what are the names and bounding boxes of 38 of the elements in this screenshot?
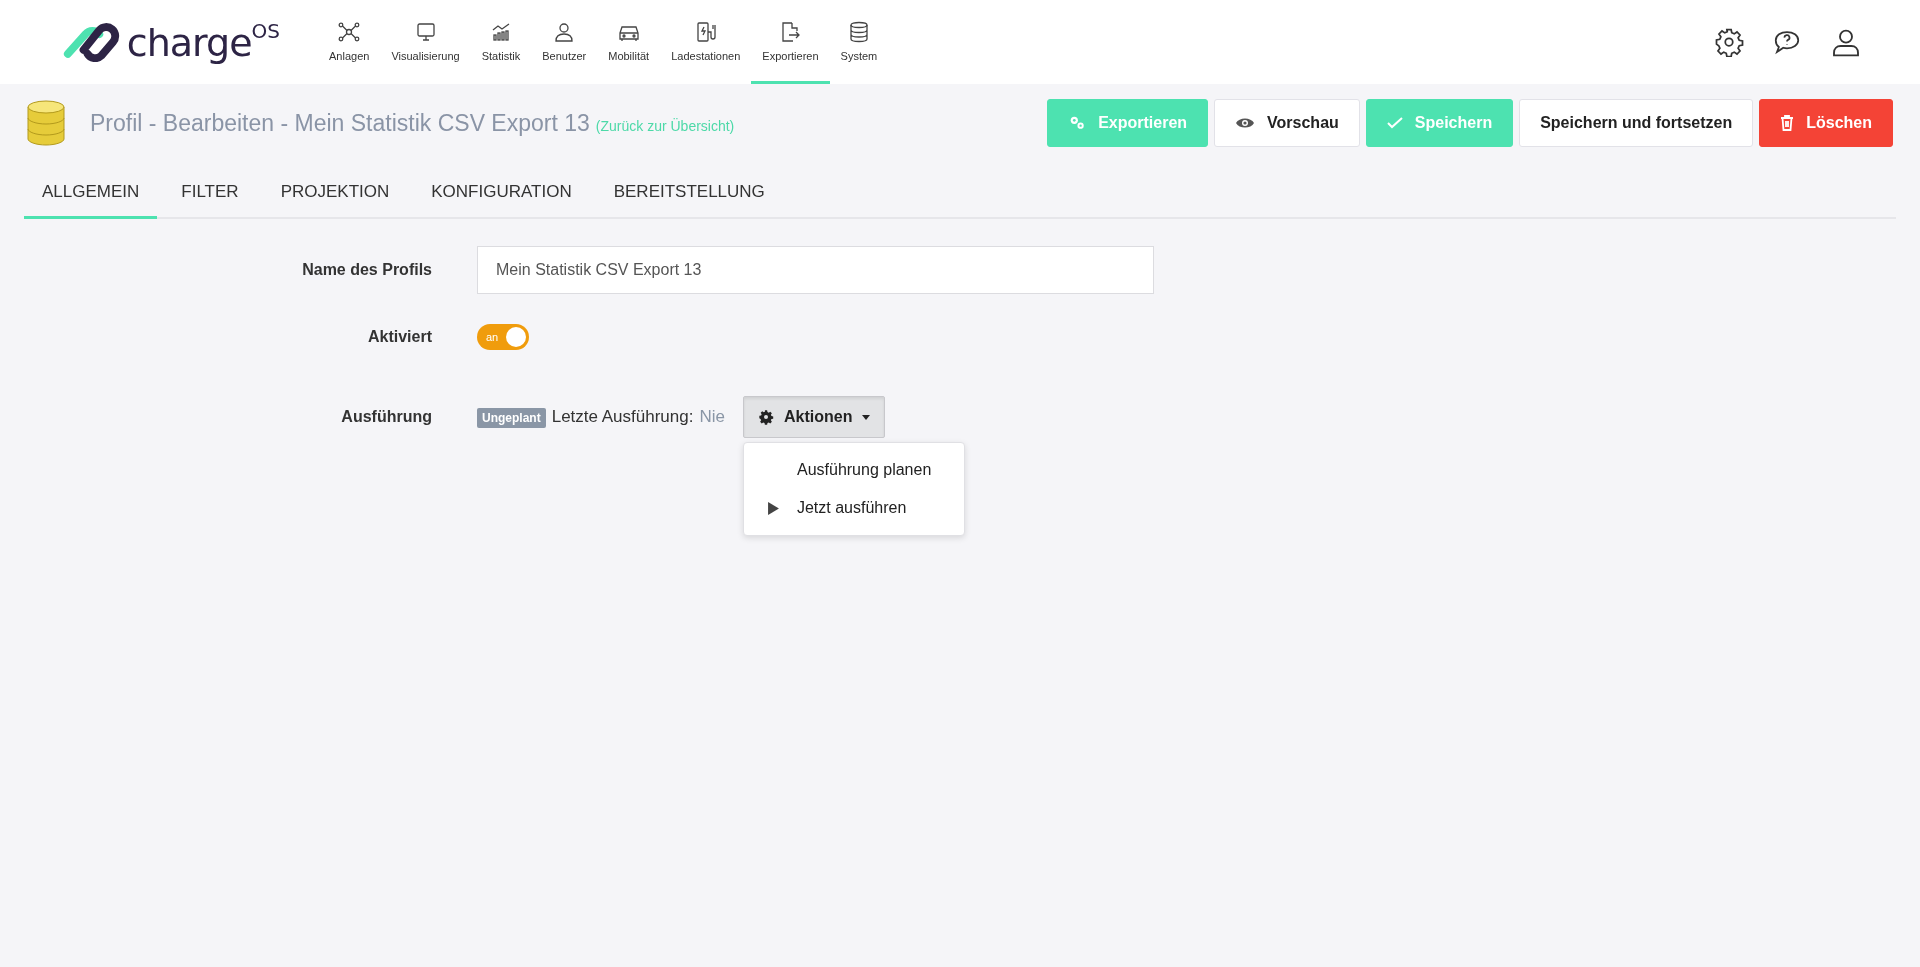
settings-icon — [757, 409, 774, 425]
nav-item[interactable]: Visualisierung — [380, 0, 471, 84]
nav-item[interactable]: System — [829, 0, 889, 84]
field-label: Name des Profils — [301, 261, 432, 279]
tab[interactable]: KONFIGURATION — [413, 170, 590, 219]
tab[interactable]: PROJEKTION — [262, 170, 408, 219]
settings-icon[interactable] — [1714, 27, 1744, 57]
nav-item[interactable]: Ladestationen — [660, 0, 752, 84]
page-title: Profil - Bearbeiten - Mein Statistik CSV Export 13 — [90, 109, 590, 137]
tab[interactable]: BEREITSTELLUNG — [595, 170, 783, 219]
menu-item[interactable]: Ausführung planen — [743, 451, 964, 489]
trash-icon — [1780, 115, 1795, 131]
nav-item[interactable]: Anlagen — [318, 0, 381, 84]
action-button[interactable]: Speichern und fortsetzen — [1519, 99, 1754, 147]
logo[interactable]: charge$^{OS}$ — [60, 19, 280, 65]
check-icon — [1386, 117, 1403, 129]
play-icon — [767, 501, 779, 515]
eye-icon — [1235, 116, 1256, 130]
status-badge: Ungeplant — [477, 408, 546, 428]
tab[interactable]: FILTER — [163, 170, 257, 219]
nav-item[interactable]: Benutzer — [531, 0, 598, 84]
logo-text: charge$^{OS}$ — [126, 19, 280, 65]
actions-dropdown-button[interactable]: Aktionen — [742, 396, 886, 438]
gears-icon — [1068, 114, 1087, 132]
tab[interactable]: ALLGEMEIN — [24, 170, 158, 219]
nav-item[interactable]: Exportieren — [751, 0, 830, 84]
field-label: Ausführung — [340, 407, 432, 426]
last-run-value: Nie — [699, 407, 725, 427]
database-icon — [24, 99, 68, 147]
last-run-label: Letzte Ausführung: — [551, 407, 694, 427]
caret-icon — [862, 414, 871, 420]
menu-item[interactable]: Jetzt ausführen — [743, 489, 964, 527]
nav-item[interactable]: Statistik — [470, 0, 532, 84]
field-label: Aktiviert — [366, 328, 432, 346]
action-button[interactable]: Vorschau — [1214, 99, 1360, 147]
name-field[interactable]: Mein Statistik CSV Export 13 — [477, 246, 1154, 294]
action-button[interactable]: Löschen — [1759, 99, 1893, 147]
nav-item[interactable]: Mobilität — [597, 0, 661, 84]
